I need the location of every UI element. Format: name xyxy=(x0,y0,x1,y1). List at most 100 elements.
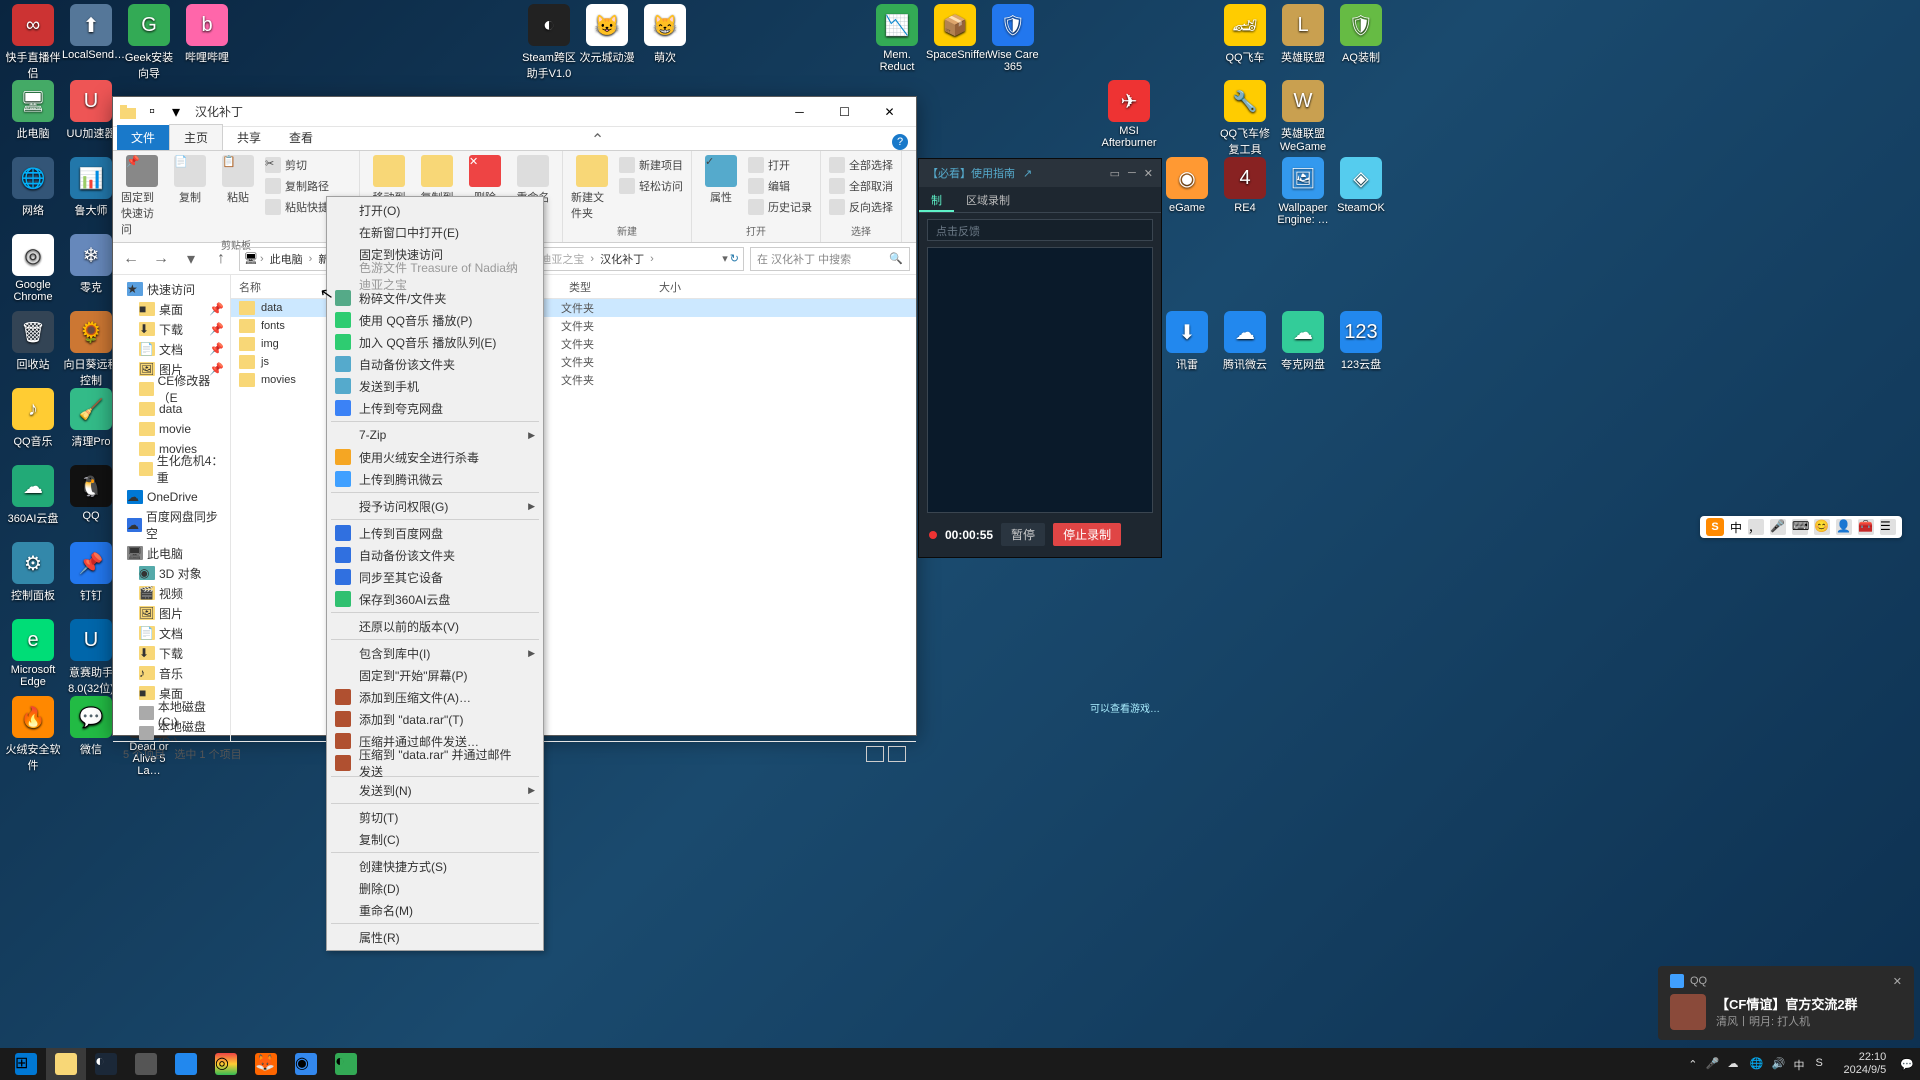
rec-close[interactable]: ✕ xyxy=(1144,167,1153,180)
context-menu-item[interactable]: 7-Zip▶ xyxy=(329,424,541,446)
system-tray[interactable]: ⌃ 🎤 ☁ 🌐 🔊 中 S 22:10 2024/9/5 💬 xyxy=(1688,1051,1914,1077)
context-menu-item[interactable]: 包含到库中(I)▶ xyxy=(329,642,541,664)
context-menu-item[interactable]: 打开(O) xyxy=(329,199,541,221)
di[interactable]: 🛡AQ装制 xyxy=(1332,4,1390,65)
recorder-title[interactable]: 【必看】使用指南 ↗ ▭ ─ ✕ xyxy=(919,159,1161,187)
di[interactable]: W英雄联盟WeGame xyxy=(1274,80,1332,153)
context-menu-item[interactable]: 使用 QQ音乐 播放(P) xyxy=(329,309,541,331)
tb-app[interactable]: ◐ xyxy=(326,1048,366,1080)
tray-icon[interactable]: 🌐 xyxy=(1749,1057,1763,1071)
tab-share[interactable]: 共享 xyxy=(223,125,275,150)
tray-up-icon[interactable]: ⌃ xyxy=(1688,1058,1697,1071)
context-menu-item[interactable]: 重命名(M) xyxy=(329,899,541,921)
context-menu-item[interactable]: 自动备份该文件夹 xyxy=(329,544,541,566)
di[interactable]: ☁360AI云盘 xyxy=(4,465,62,526)
di[interactable]: b哔哩哔哩 xyxy=(178,4,236,65)
context-menu-item[interactable]: 发送到手机 xyxy=(329,375,541,397)
history-button[interactable]: 历史记录 xyxy=(748,197,812,217)
context-menu-item[interactable]: 还原以前的版本(V) xyxy=(329,615,541,637)
context-menu-item[interactable]: 自动备份该文件夹 xyxy=(329,353,541,375)
context-menu-item[interactable]: 复制(C) xyxy=(329,828,541,850)
stop-button[interactable]: 停止录制 xyxy=(1053,523,1121,546)
context-menu-item[interactable]: 在新窗口中打开(E) xyxy=(329,221,541,243)
context-menu-item[interactable]: 删除(D) xyxy=(329,877,541,899)
copy-button[interactable]: 📄复制 xyxy=(169,155,211,205)
back-button[interactable]: ← xyxy=(119,247,143,271)
feedback-input[interactable]: 点击反馈 xyxy=(927,219,1153,241)
context-menu-item[interactable]: 剪切(T) xyxy=(329,806,541,828)
recent-dropdown[interactable]: ▾ xyxy=(179,247,203,271)
di[interactable]: ☁夸克网盘 xyxy=(1274,311,1332,372)
tb-explorer[interactable] xyxy=(46,1048,86,1080)
tb-app[interactable] xyxy=(166,1048,206,1080)
context-menu-item[interactable]: 添加到 "data.rar"(T) xyxy=(329,708,541,730)
tb-steam[interactable]: ◐ xyxy=(86,1048,126,1080)
di[interactable]: ☁腾讯微云 xyxy=(1216,311,1274,372)
qa-icon[interactable]: ▾ xyxy=(165,101,187,123)
di[interactable]: eMicrosoft Edge xyxy=(4,619,62,688)
ime-icon[interactable]: 🎤 xyxy=(1770,519,1786,535)
search-input[interactable]: 在 汉化补丁 中搜索 🔍 xyxy=(750,247,910,271)
context-menu-item[interactable]: 同步至其它设备 xyxy=(329,566,541,588)
di[interactable]: 🖼Wallpaper Engine: … xyxy=(1274,157,1332,226)
invert-sel-button[interactable]: 反向选择 xyxy=(829,197,893,217)
di[interactable]: 🔧QQ飞车修复工具 xyxy=(1216,80,1274,157)
di[interactable]: 🏎QQ飞车 xyxy=(1216,4,1274,65)
tab-view[interactable]: 查看 xyxy=(275,125,327,150)
refresh-button[interactable]: ↻ xyxy=(730,252,739,265)
context-menu-item[interactable]: 上传到百度网盘 xyxy=(329,522,541,544)
di[interactable]: 🖥此电脑 xyxy=(4,80,62,141)
context-menu-item[interactable]: 固定到"开始"屏幕(P) xyxy=(329,664,541,686)
context-menu-item[interactable]: 授予访问权限(G)▶ xyxy=(329,495,541,517)
tray-icon[interactable]: 🎤 xyxy=(1705,1057,1719,1071)
ime-icon[interactable]: 😊 xyxy=(1814,519,1830,535)
qa-icon[interactable]: ▫ xyxy=(141,101,163,123)
maximize-button[interactable]: ☐ xyxy=(822,98,867,126)
ime-icon[interactable]: ☰ xyxy=(1880,519,1896,535)
pin-quick-button[interactable]: 📌固定到快速访问 xyxy=(121,155,163,237)
ime-toolbar[interactable]: S 中 ， 🎤 ⌨ 😊 👤 🧰 ☰ xyxy=(1700,516,1902,538)
copy-path-button[interactable]: 复制路径 xyxy=(265,176,351,196)
di[interactable]: L英雄联盟 xyxy=(1274,4,1332,65)
di[interactable]: ∞快手直播伴侣 xyxy=(4,4,62,81)
di[interactable]: ♪QQ音乐 xyxy=(4,388,62,449)
di[interactable]: ◐Steam跨区助手V1.0 xyxy=(520,4,578,81)
context-menu-item[interactable]: 粉碎文件/文件夹 xyxy=(329,287,541,309)
external-icon[interactable]: ↗ xyxy=(1023,167,1032,180)
di[interactable]: ◎Google Chrome xyxy=(4,234,62,303)
tb-app[interactable]: ◉ xyxy=(286,1048,326,1080)
di[interactable]: 😺次元城动漫 xyxy=(578,4,636,65)
context-menu-item[interactable]: 保存到360AI云盘 xyxy=(329,588,541,610)
tray-ime-icon[interactable]: 中 xyxy=(1793,1057,1807,1071)
rec-tab-region[interactable]: 区域录制 xyxy=(954,187,1022,212)
view-details-icon[interactable] xyxy=(866,746,884,762)
select-none-button[interactable]: 全部取消 xyxy=(829,176,893,196)
tb-app[interactable] xyxy=(126,1048,166,1080)
easy-access-button[interactable]: 轻松访问 xyxy=(619,176,683,196)
tb-firefox[interactable]: 🦊 xyxy=(246,1048,286,1080)
tab-home[interactable]: 主页 xyxy=(169,124,223,150)
di[interactable]: 📦SpaceSniffer xyxy=(926,4,984,61)
help-button[interactable]: ? xyxy=(892,134,908,150)
di[interactable]: 😸萌次 xyxy=(636,4,694,65)
context-menu-item[interactable]: 属性(R) xyxy=(329,926,541,948)
tab-file[interactable]: 文件 xyxy=(117,125,169,150)
di[interactable]: 🗑回收站 xyxy=(4,311,62,372)
context-menu-item[interactable]: 加入 QQ音乐 播放队列(E) xyxy=(329,331,541,353)
notification-icon[interactable]: 💬 xyxy=(1900,1058,1914,1071)
context-menu-item[interactable]: 使用火绒安全进行杀毒 xyxy=(329,446,541,468)
close-button[interactable]: ✕ xyxy=(867,98,912,126)
di[interactable]: ✈MSI Afterburner xyxy=(1100,80,1158,149)
context-menu-item[interactable]: 创建快捷方式(S) xyxy=(329,855,541,877)
tb-chrome[interactable]: ◎ xyxy=(206,1048,246,1080)
titlebar[interactable]: ▫ ▾ 汉化补丁 ─ ☐ ✕ xyxy=(113,97,916,127)
context-menu-item[interactable]: 发送到(N)▶ xyxy=(329,779,541,801)
di[interactable]: 4RE4 xyxy=(1216,157,1274,214)
new-folder-button[interactable]: 新建文件夹 xyxy=(571,155,613,221)
select-all-button[interactable]: 全部选择 xyxy=(829,155,893,175)
rec-tab-record[interactable]: 制 xyxy=(919,187,954,212)
notif-close[interactable]: ✕ xyxy=(1893,975,1902,988)
tray-volume-icon[interactable]: 🔊 xyxy=(1771,1057,1785,1071)
tray-icon[interactable]: ☁ xyxy=(1727,1057,1741,1071)
ribbon-collapse[interactable]: ⌃ xyxy=(591,130,604,150)
